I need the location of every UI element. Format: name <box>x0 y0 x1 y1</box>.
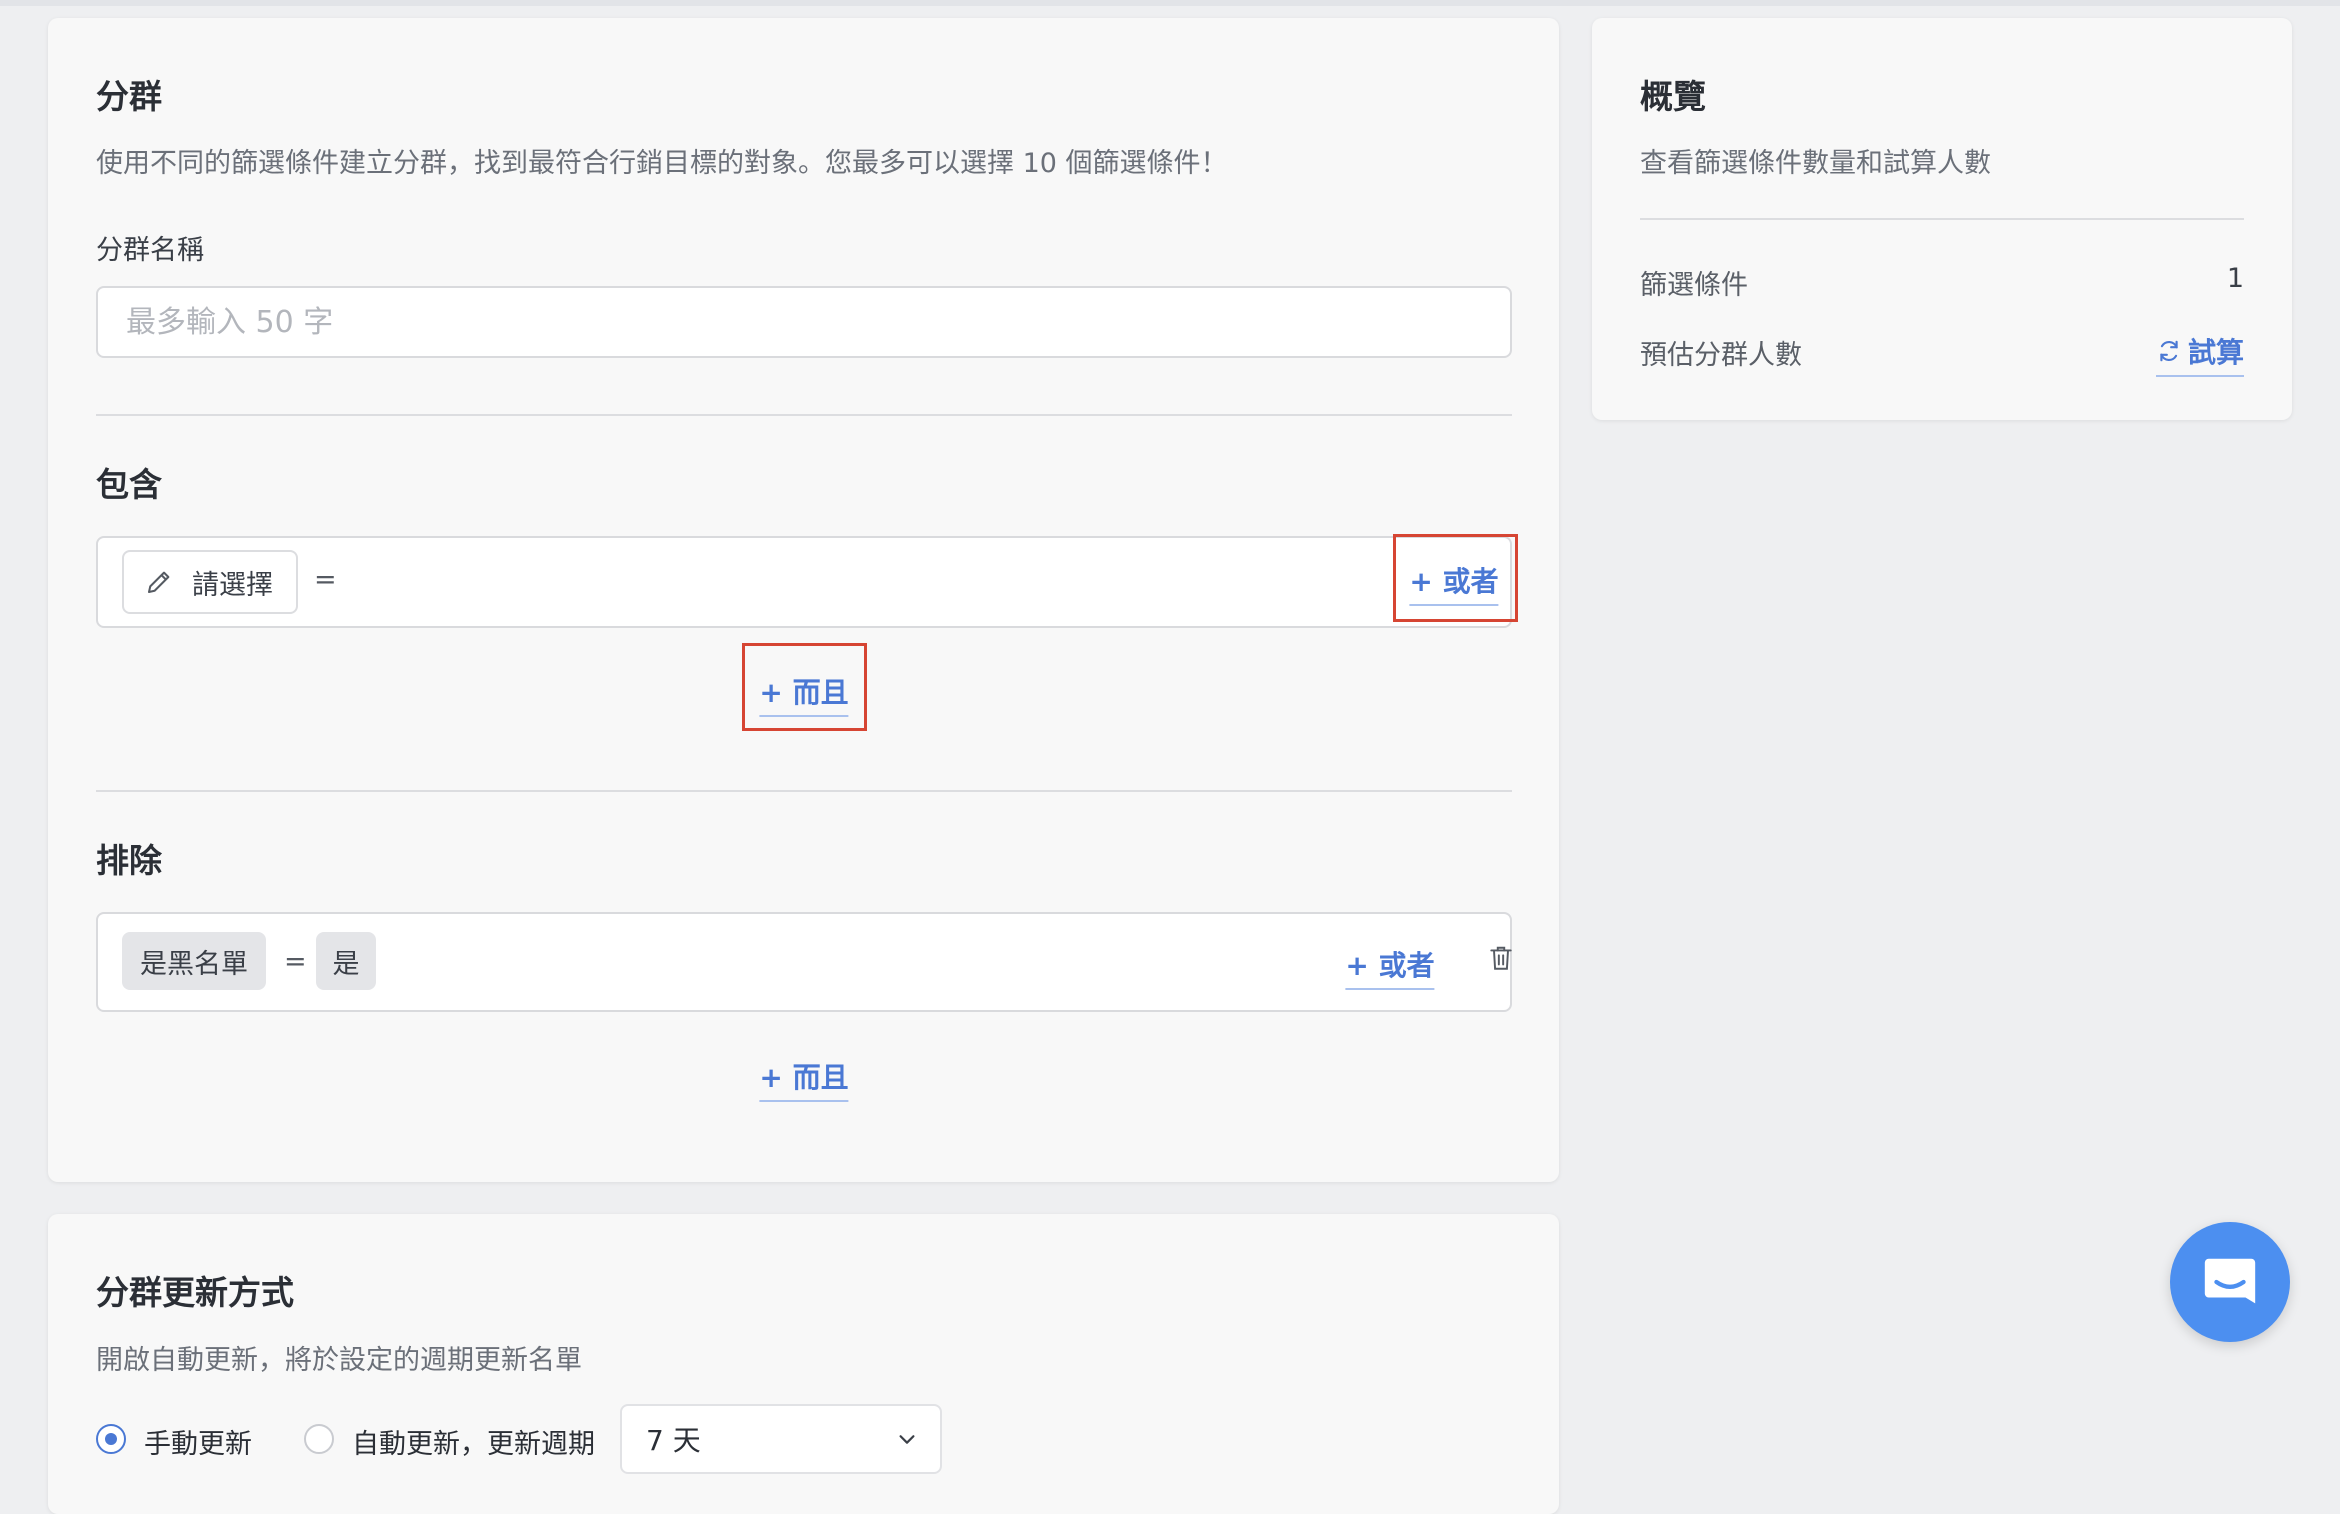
update-description: 開啟自動更新，將於設定的週期更新名單 <box>96 1345 582 1376</box>
update-title: 分群更新方式 <box>96 1273 294 1312</box>
include-rule-row: 請選擇 = + 或者 <box>96 536 1512 628</box>
exclude-title: 排除 <box>96 841 162 880</box>
overview-title: 概覽 <box>1640 77 1706 116</box>
pencil-icon <box>144 567 174 597</box>
exclude-rule-row: 是黑名單 = 是 + 或者 <box>96 912 1512 1012</box>
update-period-select[interactable]: 7 天 <box>620 1404 942 1474</box>
exclude-and-button[interactable]: + 而且 <box>759 1056 849 1102</box>
chevron-down-icon <box>896 1428 918 1450</box>
filter-count-label: 篩選條件 <box>1640 270 1748 301</box>
top-bar <box>0 0 2340 6</box>
refresh-icon <box>2156 338 2182 364</box>
update-period-value: 7 天 <box>646 1424 701 1457</box>
exclude-operator: = <box>284 946 307 977</box>
chat-bubble-icon <box>2199 1251 2261 1313</box>
update-card: 分群更新方式 開啟自動更新，將於設定的週期更新名單 手動更新 自動更新，更新週期… <box>48 1214 1559 1514</box>
include-field-select[interactable]: 請選擇 <box>122 550 298 614</box>
include-operator: = <box>314 564 337 595</box>
segment-description: 使用不同的篩選條件建立分群，找到最符合行銷目標的對象。您最多可以選擇 10 個篩… <box>96 148 1228 179</box>
include-field-select-label: 請選擇 <box>192 569 273 601</box>
exclude-value-chip[interactable]: 是 <box>316 932 376 990</box>
overview-description: 查看篩選條件數量和試算人數 <box>1640 148 1991 179</box>
manual-update-radio[interactable] <box>96 1424 126 1454</box>
include-title: 包含 <box>96 465 162 504</box>
estimate-button-label: 試算 <box>2187 336 2244 369</box>
segment-card: 分群 使用不同的篩選條件建立分群，找到最符合行銷目標的對象。您最多可以選擇 10… <box>48 18 1559 1182</box>
divider-include <box>96 414 1512 416</box>
auto-update-label[interactable]: 自動更新，更新週期 <box>352 1422 595 1461</box>
segment-name-label: 分群名稱 <box>96 235 204 266</box>
overview-divider <box>1640 218 2244 220</box>
segment-name-input[interactable] <box>124 303 1510 341</box>
trash-icon[interactable] <box>1488 944 1514 976</box>
estimate-button[interactable]: 試算 <box>2155 331 2244 377</box>
highlight-or-box <box>1393 534 1518 622</box>
overview-card: 概覽 查看篩選條件數量和試算人數 篩選條件 1 預估分群人數 試算 <box>1592 18 2292 420</box>
filter-count-value: 1 <box>2226 263 2244 294</box>
exclude-field-chip[interactable]: 是黑名單 <box>122 932 266 990</box>
manual-update-label[interactable]: 手動更新 <box>144 1422 252 1461</box>
auto-update-radio[interactable] <box>304 1424 334 1454</box>
divider-exclude <box>96 790 1512 792</box>
highlight-and-box <box>742 643 867 731</box>
chat-button[interactable] <box>2170 1222 2290 1342</box>
segment-name-field[interactable] <box>96 286 1512 358</box>
segment-title: 分群 <box>96 77 162 116</box>
estimate-label: 預估分群人數 <box>1640 340 1802 371</box>
exclude-or-button[interactable]: + 或者 <box>1345 944 1435 990</box>
